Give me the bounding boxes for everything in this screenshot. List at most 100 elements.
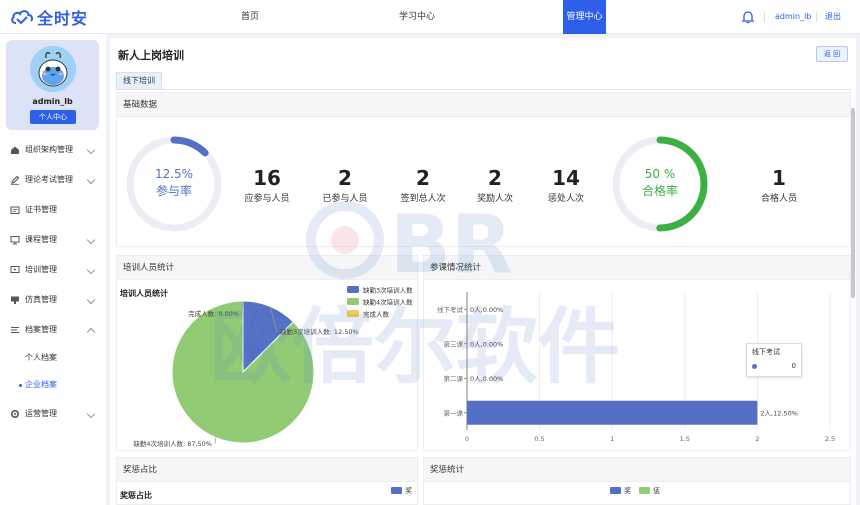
personal-center-button[interactable]: 个人中心 — [30, 110, 76, 124]
participation-rate-value: 12.5% — [154, 167, 194, 181]
brand-logo[interactable]: 全时安 — [10, 7, 88, 28]
menu-operations-management[interactable]: 运营管理 — [0, 404, 106, 424]
reward-ratio-panel: 奖惩占比 奖惩占比 奖 — [116, 457, 418, 505]
logout-link[interactable]: 退出 — [825, 0, 841, 34]
cloud-logo-icon — [11, 10, 34, 25]
legend-swatch[interactable] — [347, 310, 359, 317]
menu-label: 运营管理 — [25, 409, 57, 418]
bar-data-label: 0人,0.00% — [470, 340, 503, 348]
y-tick-label: 第三课 — [444, 339, 464, 348]
bar-data-label: 0人,0.00% — [470, 306, 503, 314]
x-tick-label: 1 — [610, 435, 614, 443]
participation-rate-ring: 12.5% 参与率 — [125, 135, 223, 233]
menu-training-management[interactable]: 培训管理 — [0, 260, 106, 280]
menu-label: 课程管理 — [25, 235, 57, 244]
submenu-personal-archive[interactable]: 个人档案 — [0, 349, 106, 367]
stat-checkins: 2 签到总人次 — [393, 167, 453, 204]
legend-label: 惩 — [653, 487, 660, 495]
panel-header: 基础数据 — [117, 93, 850, 117]
panel-header: 奖惩占比 — [117, 458, 417, 482]
submenu-label: 企业档案 — [25, 380, 57, 389]
legend-swatch[interactable] — [347, 298, 359, 305]
stat-label: 惩处人次 — [547, 194, 584, 204]
y-tick-label: 第二课 — [444, 374, 464, 383]
chevron-down-icon — [86, 265, 96, 275]
tab-divider — [116, 89, 851, 90]
x-tick-label: 2.5 — [825, 435, 835, 443]
stat-rewards: 2 奖励人次 — [465, 167, 525, 204]
divider — [764, 12, 765, 22]
archive-icon — [11, 327, 19, 333]
chevron-up-icon — [86, 327, 96, 337]
menu-label: 培训管理 — [25, 265, 57, 274]
chevron-down-icon — [86, 295, 96, 305]
nav-management-center[interactable]: 管理中心 — [563, 0, 606, 34]
page-title: 新人上岗培训 — [118, 49, 184, 62]
chart-title: 奖惩占比 — [120, 491, 152, 500]
reward-stats-panel: 奖惩统计 奖 惩 — [423, 457, 851, 505]
submenu-enterprise-archive[interactable]: 企业档案 — [0, 376, 106, 394]
tooltip-value: 0 — [791, 362, 796, 370]
legend-swatch[interactable] — [347, 286, 359, 293]
menu-exam-management[interactable]: 理论考试管理 — [0, 170, 106, 190]
scrollbar-thumb[interactable] — [851, 108, 855, 298]
menu-simulation-management[interactable]: 仿真管理 — [0, 290, 106, 310]
pie-data-label: 完成人数: 0.00% — [188, 309, 239, 318]
y-tick-label: 线下考试 — [437, 305, 464, 314]
x-tick-label: 2 — [755, 435, 759, 443]
divider — [816, 12, 817, 22]
profile-card: admin_lb 个人中心 — [6, 40, 99, 130]
legend-label: 奖 — [405, 487, 412, 495]
bar[interactable] — [467, 400, 758, 425]
pie-slice[interactable] — [171, 300, 315, 444]
menu-label: 理论考试管理 — [25, 175, 73, 184]
profile-name: admin_lb — [32, 97, 73, 106]
bell-icon[interactable] — [741, 10, 755, 24]
certificate-icon — [10, 206, 20, 214]
sidebar: admin_lb 个人中心 组织架构管理 理论考试管理 证书管理 课程管理 培训… — [0, 34, 106, 505]
stat-value: 2 — [416, 166, 430, 190]
stat-value: 14 — [552, 166, 580, 190]
bar-data-label: 2人,12.50% — [760, 409, 798, 417]
x-tick-label: 0 — [465, 435, 469, 443]
username-link[interactable]: admin_lb — [775, 0, 811, 34]
main-content: 新人上岗培训 返 回 线下培训 基础数据 12.5% 参与率 16 应参与人员 … — [110, 38, 856, 505]
stat-value: 2 — [488, 166, 502, 190]
bar-data-label: 0人,0.00% — [470, 375, 503, 383]
legend-label: 缺勤4次培训人数 — [363, 298, 413, 307]
submenu-label: 个人档案 — [25, 353, 57, 362]
stat-value: 2 — [338, 166, 352, 190]
course-icon — [10, 236, 20, 245]
pass-rate-ring: 50 % 合格率 — [611, 135, 709, 233]
legend-swatch — [639, 487, 650, 494]
simulation-icon — [11, 296, 19, 304]
menu-certificate-management[interactable]: 证书管理 — [0, 200, 106, 220]
menu-course-management[interactable]: 课程管理 — [0, 230, 106, 250]
stat-label: 应参与人员 — [244, 194, 290, 204]
tab-offline-training[interactable]: 线下培训 — [116, 72, 162, 90]
nav-learning-center[interactable]: 学习中心 — [386, 0, 448, 34]
x-tick-label: 0.5 — [534, 435, 544, 443]
exam-icon — [11, 175, 20, 185]
menu-label: 组织架构管理 — [25, 145, 73, 154]
chevron-down-icon — [86, 175, 96, 185]
back-button[interactable]: 返 回 — [816, 46, 848, 62]
top-bar: 全时安 首页 学习中心 管理中心 admin_lb 退出 — [0, 0, 860, 34]
tooltip-marker-icon — [752, 364, 757, 369]
menu-org-management[interactable]: 组织架构管理 — [0, 140, 106, 160]
training-icon — [10, 266, 20, 273]
stat-value: 16 — [253, 166, 281, 190]
menu-archive-management[interactable]: 档案管理 — [0, 320, 106, 340]
tooltip-title: 线下考试 — [752, 348, 780, 356]
stat-joined-participants: 2 已参与人员 — [315, 167, 375, 204]
x-tick-label: 1.5 — [680, 435, 690, 443]
legend-label: 完成人数 — [363, 310, 390, 319]
chart-tooltip: 线下考试 0 — [746, 343, 802, 377]
nav-home[interactable]: 首页 — [222, 0, 278, 34]
stat-label: 合格人员 — [760, 194, 797, 204]
menu-label: 档案管理 — [25, 325, 57, 334]
pass-rate-value: 50 % — [644, 167, 676, 181]
attendance-stats-panel: 参课情况统计 0 0.5 1 1.5 2 2.5 第一课 2人,12.50% 第二课 0人,0.0… — [423, 255, 851, 451]
avatar[interactable] — [30, 46, 76, 92]
stat-label: 签到总人次 — [400, 194, 446, 204]
